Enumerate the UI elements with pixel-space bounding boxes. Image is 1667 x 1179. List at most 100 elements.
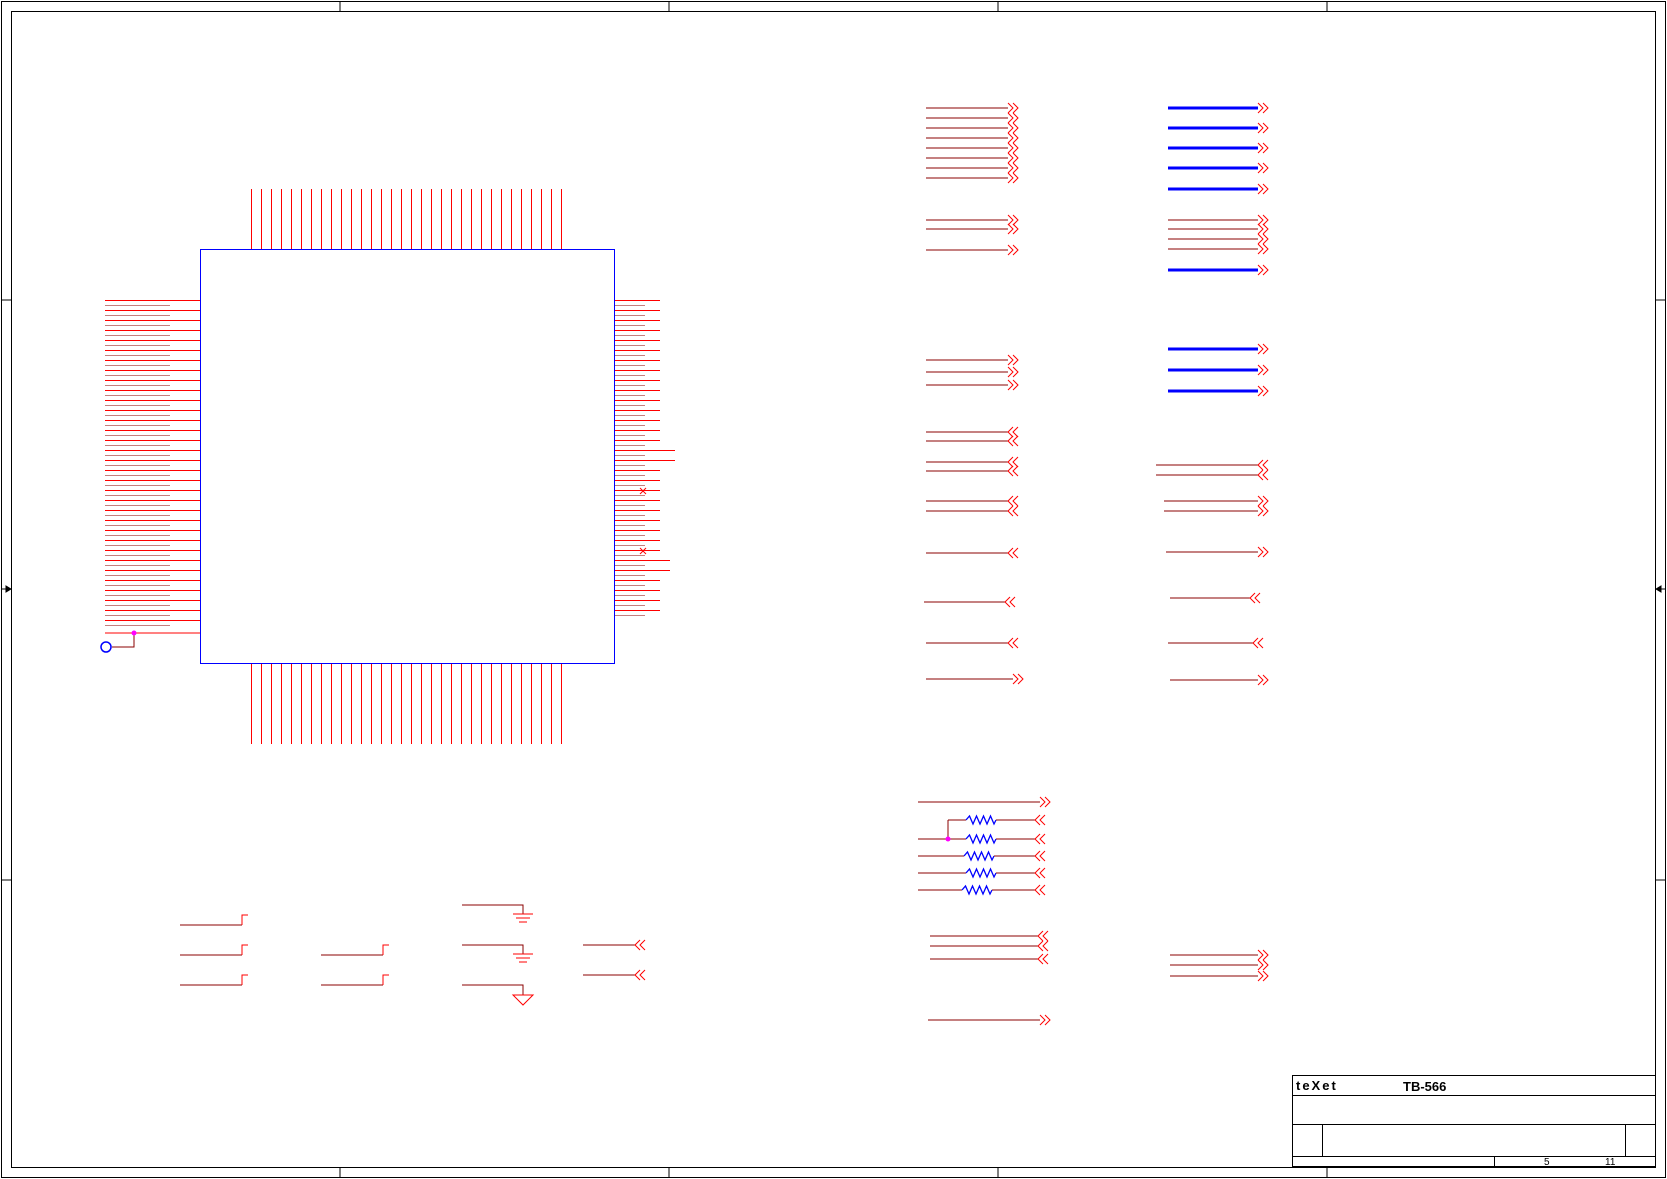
- port-chevron: [1012, 214, 1019, 226]
- port-chevron: [1012, 465, 1019, 477]
- port-chevron: [1262, 459, 1269, 471]
- port-chevron: [1007, 172, 1014, 184]
- resistor-icon: [963, 850, 995, 862]
- net-port: [1168, 637, 1264, 649]
- port-chevron: [1039, 814, 1046, 826]
- port-chevron: [1012, 132, 1019, 144]
- port-chevron: [1034, 867, 1041, 879]
- net-port: [926, 547, 1019, 559]
- net-port: [926, 132, 1019, 144]
- port-chevron: [1007, 152, 1014, 164]
- port-chevron: [1249, 592, 1256, 604]
- net-port: [926, 505, 1019, 517]
- port-chevron: [1012, 112, 1019, 124]
- port-chevron: [1257, 469, 1264, 481]
- ground-icon: [462, 944, 533, 963]
- power-symbols: [180, 904, 646, 1006]
- model-label: TB-566: [1403, 1079, 1446, 1094]
- net-port: [926, 162, 1019, 174]
- port-chevron: [1007, 354, 1014, 366]
- port-chevron: [1012, 456, 1019, 468]
- net-port: [1156, 469, 1269, 481]
- port-chevron: [1007, 223, 1014, 235]
- port-chevron: [1257, 385, 1264, 397]
- port-chevron: [1262, 343, 1269, 355]
- port-chevron: [1262, 495, 1269, 507]
- port-chevron: [1037, 930, 1044, 942]
- net-port: [926, 426, 1019, 438]
- resistor-icon: [965, 867, 997, 879]
- port-chevron: [1262, 385, 1269, 397]
- net-port: [928, 1014, 1051, 1026]
- bus-port: [1168, 183, 1269, 195]
- port-chevron: [1037, 940, 1044, 952]
- ic-body: [200, 249, 615, 664]
- net-port: [926, 172, 1019, 184]
- net-port: [1170, 970, 1269, 982]
- net-port: [926, 214, 1019, 226]
- net-port: [930, 930, 1049, 942]
- port-chevron: [1039, 867, 1046, 879]
- net-port: [926, 465, 1019, 477]
- center-arrow-right: [1655, 585, 1665, 593]
- net-port: [1156, 459, 1269, 471]
- port-chevron: [1012, 366, 1019, 378]
- sheet-number: 5: [1544, 1157, 1550, 1168]
- port-chevron: [1012, 505, 1019, 517]
- sheet-frame: [1, 1, 1666, 1178]
- net-port: [926, 112, 1019, 124]
- port-chevron: [1017, 673, 1024, 685]
- net-port: [926, 142, 1019, 154]
- ic-pins-top: [251, 189, 562, 249]
- port-chevron: [1262, 233, 1269, 245]
- test-point: [100, 630, 200, 653]
- port-chevron: [1257, 233, 1264, 245]
- power-flag-4: [321, 944, 389, 956]
- port-chevron: [1257, 459, 1264, 471]
- ic-pins-bottom: [251, 664, 562, 744]
- main-ic: [100, 189, 675, 744]
- net-port: [926, 435, 1019, 447]
- port-chevron: [1012, 244, 1019, 256]
- resistor: [948, 814, 1046, 826]
- port-chevron: [1044, 796, 1051, 808]
- port-chevron: [1012, 637, 1019, 649]
- input-port-pair: [583, 939, 646, 981]
- port-chevron: [1262, 122, 1269, 134]
- port-chevron: [1262, 162, 1269, 174]
- port-chevron: [1034, 833, 1041, 845]
- port-chevron: [1037, 953, 1044, 965]
- resistor-icon: [961, 884, 993, 896]
- net-port: [1168, 243, 1269, 255]
- resistor: [918, 833, 1046, 845]
- port-chevron: [1262, 959, 1269, 971]
- port-chevron: [1007, 142, 1014, 154]
- port-chevron: [1257, 495, 1264, 507]
- port-chevron: [1257, 122, 1264, 134]
- port-chevron: [1012, 495, 1019, 507]
- port-chevron: [1007, 426, 1014, 438]
- port-chevron: [1034, 814, 1041, 826]
- ic-pins-left: [105, 300, 200, 626]
- port-chevron: [1012, 426, 1019, 438]
- port-chevron: [1039, 850, 1046, 862]
- net-port: [1168, 223, 1269, 235]
- port-chevron: [1034, 884, 1041, 896]
- net-port: [926, 456, 1019, 468]
- net-port: [926, 152, 1019, 164]
- port-chevron: [1012, 102, 1019, 114]
- port-chevron: [1257, 264, 1264, 276]
- resistor-icon: [965, 814, 997, 826]
- net-port: [926, 102, 1019, 114]
- net-port: [926, 495, 1019, 507]
- net-port: [1166, 546, 1269, 558]
- port-chevron: [1012, 354, 1019, 366]
- port-chevron: [1262, 183, 1269, 195]
- power-flag-1: [180, 914, 248, 926]
- power-flag-2: [180, 944, 248, 956]
- port-chevron: [1042, 940, 1049, 952]
- bus-port: [1168, 122, 1269, 134]
- net-port: [926, 354, 1019, 366]
- port-chevron: [1257, 364, 1264, 376]
- port-chevron: [1012, 673, 1019, 685]
